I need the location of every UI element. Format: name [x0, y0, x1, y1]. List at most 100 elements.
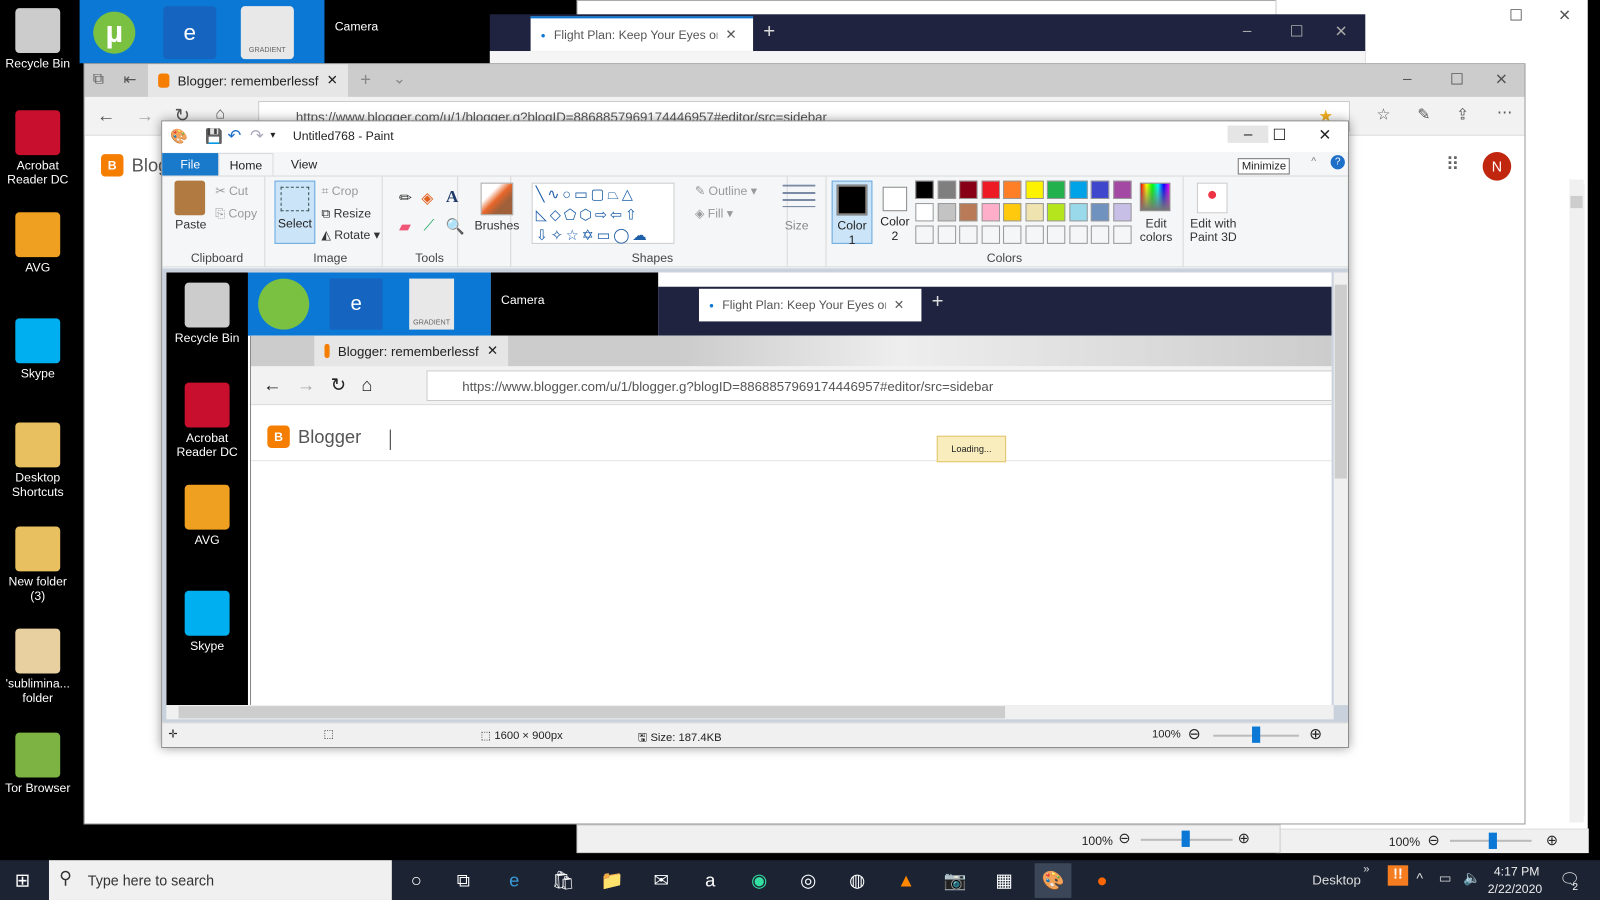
start-button[interactable]: ⊞: [4, 863, 41, 898]
palette-swatch[interactable]: [1003, 203, 1022, 222]
resize-button[interactable]: ⧉ Resize: [321, 206, 371, 221]
palette-swatch[interactable]: [1024, 203, 1044, 222]
task-view-icon[interactable]: ⧉: [445, 863, 482, 898]
palette-swatch[interactable]: [1046, 203, 1066, 222]
maximize-icon[interactable]: ☐: [1290, 22, 1304, 40]
close-icon[interactable]: ✕: [1495, 70, 1508, 88]
edit-colors-icon[interactable]: [1139, 182, 1171, 212]
utorrent-icon[interactable]: µ: [87, 6, 141, 60]
close-icon[interactable]: ✕: [1558, 6, 1571, 24]
maximize-icon[interactable]: ☐: [1272, 126, 1286, 144]
brushes-icon[interactable]: [480, 182, 514, 216]
desktop-icon[interactable]: Desktop Shortcuts: [0, 422, 76, 499]
palette-swatch[interactable]: [1112, 203, 1132, 222]
tab-blogger[interactable]: Blogger: rememberlessf ✕: [147, 64, 348, 97]
collapse-ribbon-icon[interactable]: ^: [1311, 156, 1316, 167]
clock-date[interactable]: 2/22/2020: [1488, 882, 1542, 896]
palette-swatch[interactable]: [1112, 180, 1132, 199]
pencil-icon[interactable]: ✏: [399, 189, 412, 207]
avatar[interactable]: N: [1482, 152, 1512, 181]
canvas-vertical-scrollbar[interactable]: [1333, 272, 1348, 706]
palette-swatch[interactable]: [1024, 180, 1044, 199]
desktop-icon[interactable]: 'sublimina... folder: [0, 628, 76, 705]
brushes-button[interactable]: Brushes: [474, 218, 519, 232]
zoom-in-icon[interactable]: ⊕: [1309, 724, 1322, 743]
minimize-button[interactable]: –: [1227, 125, 1269, 143]
tab-view[interactable]: View: [277, 153, 332, 175]
palette-swatch[interactable]: [959, 225, 978, 244]
apps-grid-icon[interactable]: ⠿: [1446, 154, 1459, 175]
palette-swatch[interactable]: [1068, 203, 1088, 222]
palette-swatch[interactable]: [959, 180, 978, 199]
page-scrollbar[interactable]: [1569, 179, 1584, 823]
crop-button[interactable]: ⌗ Crop: [321, 184, 358, 199]
tab-home[interactable]: Home: [218, 153, 274, 177]
tab-flight-plan[interactable]: ● Flight Plan: Keep Your Eyes on t ✕: [530, 16, 754, 52]
close-icon[interactable]: ✕: [1335, 22, 1348, 40]
alert-tray-icon[interactable]: !!: [1387, 865, 1409, 886]
desktop-icon[interactable]: Acrobat Reader DC: [0, 110, 76, 187]
color-picker-icon[interactable]: ⟋: [423, 217, 434, 234]
cut-button[interactable]: ✂ Cut: [215, 184, 248, 198]
select-button[interactable]: Select: [274, 180, 316, 244]
size-icon[interactable]: [782, 184, 816, 208]
camera-icon[interactable]: 📷: [937, 863, 974, 898]
palette-swatch[interactable]: [1003, 225, 1022, 244]
palette-swatch[interactable]: [915, 203, 934, 222]
save-icon[interactable]: 💾: [205, 128, 223, 145]
zoom-out-icon[interactable]: ⊖: [1118, 830, 1130, 847]
edge-icon[interactable]: e: [496, 863, 533, 898]
minimize-icon[interactable]: –: [1243, 22, 1252, 39]
copy-button[interactable]: ⎘ Copy: [215, 206, 257, 221]
palette-swatch[interactable]: [981, 203, 1000, 222]
close-tab-icon[interactable]: ✕: [327, 72, 338, 88]
file-explorer-icon[interactable]: 📁: [594, 863, 631, 898]
palette-swatch[interactable]: [937, 180, 956, 199]
store-icon[interactable]: 🛍: [545, 863, 582, 898]
edge-shortcut-icon[interactable]: e: [163, 6, 217, 60]
palette-swatch[interactable]: [915, 225, 934, 244]
palette-swatch[interactable]: [1068, 225, 1088, 244]
palette-swatch[interactable]: [981, 180, 1000, 199]
gradient-icon[interactable]: GRADIENT: [240, 6, 294, 60]
mail-icon[interactable]: ✉: [643, 863, 680, 898]
palette-swatch[interactable]: [1046, 225, 1066, 244]
paint-icon[interactable]: 🎨: [1034, 863, 1072, 898]
desktop-icon[interactable]: Recycle Bin: [0, 8, 76, 70]
edit-colors-button[interactable]: Edit colors: [1136, 217, 1177, 244]
palette-swatch[interactable]: [1024, 225, 1044, 244]
customize-toolbar-icon[interactable]: ▾: [270, 130, 275, 141]
zoom-out-icon[interactable]: ⊖: [1188, 724, 1201, 743]
paint3d-icon[interactable]: ●: [1196, 182, 1228, 214]
back-icon[interactable]: ←: [97, 105, 115, 126]
amazon-icon[interactable]: a: [692, 863, 729, 898]
battery-icon[interactable]: ▭: [1439, 870, 1452, 886]
rotate-button[interactable]: ◭ Rotate ▾: [321, 228, 379, 242]
palette-swatch[interactable]: [1068, 180, 1088, 199]
palette-swatch[interactable]: [1090, 225, 1110, 244]
vlc-icon[interactable]: ▲: [888, 863, 925, 898]
notes-icon[interactable]: ✎: [1417, 105, 1430, 123]
new-tab-button[interactable]: +: [360, 69, 371, 90]
desktop-toolbar[interactable]: Desktop: [1312, 872, 1361, 887]
palette-swatch[interactable]: [1090, 203, 1110, 222]
maximize-icon[interactable]: ☐: [1450, 70, 1464, 88]
text-icon[interactable]: A: [446, 187, 459, 207]
paste-button[interactable]: Paste: [170, 217, 211, 231]
close-icon[interactable]: ✕: [1318, 126, 1331, 144]
outline-button[interactable]: ✎ Outline ▾: [695, 184, 757, 198]
cortana-icon[interactable]: ○: [398, 863, 435, 898]
search-box[interactable]: ⚲ Type here to search: [48, 860, 392, 900]
palette-swatch[interactable]: [937, 203, 956, 222]
more-icon[interactable]: ⋯: [1497, 103, 1512, 121]
zoom-in-icon[interactable]: ⊕: [1238, 830, 1250, 847]
undo-icon[interactable]: ↶: [228, 126, 242, 146]
forward-icon[interactable]: →: [136, 105, 154, 126]
tripadvisor-icon[interactable]: ◉: [741, 863, 778, 898]
set-aside-tabs-icon[interactable]: ⇤: [123, 70, 136, 88]
size-button[interactable]: Size: [785, 218, 809, 232]
paint-pinned-icon[interactable]: ▦: [986, 863, 1023, 898]
minimize-icon[interactable]: –: [1403, 70, 1412, 87]
magnifier-icon[interactable]: 🔍: [446, 217, 465, 235]
firefox-icon[interactable]: ●: [1084, 863, 1121, 898]
